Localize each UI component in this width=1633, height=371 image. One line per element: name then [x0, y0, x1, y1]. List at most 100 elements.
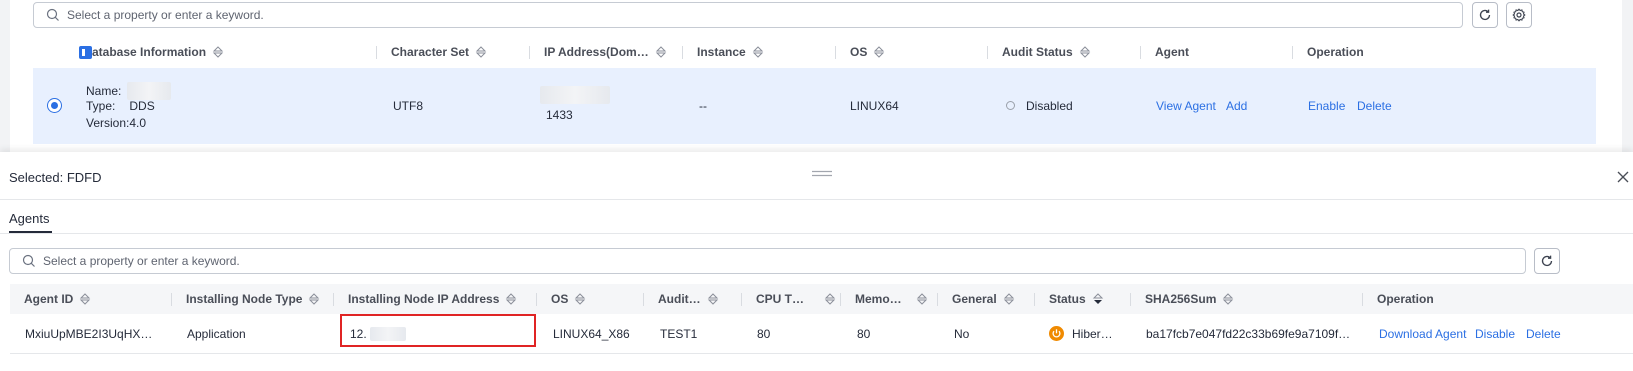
agent-os-value: LINUX64_X86	[553, 327, 630, 341]
delete-link[interactable]: Delete	[1357, 99, 1392, 113]
sort-icon[interactable]	[308, 293, 320, 305]
header-ip-label: IP Address(Dom…	[544, 45, 649, 59]
db-version: Version:4.0	[86, 116, 146, 130]
row-radio[interactable]	[47, 98, 62, 113]
header-instance-label: Instance	[697, 45, 746, 59]
drawer-tabs: Agents	[0, 200, 1633, 234]
db-type-label: Type:	[86, 99, 116, 113]
highlight-box	[340, 314, 536, 347]
table-row[interactable]: Name: Type: DDS Version:4.0 UTF8 1433 -- …	[33, 68, 1596, 144]
charset-value: UTF8	[393, 99, 423, 113]
header-general[interactable]: General	[952, 284, 1015, 314]
header-cpu-label: CPU T…	[756, 292, 804, 306]
audit-value: TEST1	[660, 327, 698, 341]
search-icon	[46, 8, 60, 22]
header-agent-label: Agent	[1155, 45, 1189, 59]
header-db-info[interactable]: atabase Information	[79, 37, 224, 67]
db-type: Type: DDS	[86, 99, 155, 113]
sort-icon[interactable]	[1079, 46, 1091, 58]
header-operation: Operation	[1307, 37, 1364, 67]
sort-icon[interactable]	[873, 46, 885, 58]
enable-link[interactable]: Enable	[1308, 99, 1345, 113]
header-audit-status-label: Audit Status	[1002, 45, 1073, 59]
refresh-button[interactable]	[1472, 2, 1498, 28]
agent-table-header: Agent ID Installing Node Type Installing…	[10, 284, 1633, 314]
header-sha-label: SHA256Sum	[1145, 292, 1217, 306]
sort-icon[interactable]	[752, 46, 764, 58]
database-search-input[interactable]: Select a property or enter a keyword.	[33, 2, 1463, 28]
sort-icon[interactable]	[655, 46, 667, 58]
agent-id-value: MxiuUpMBE2I3UqHX…	[25, 327, 153, 341]
search-placeholder: Select a property or enter a keyword.	[67, 8, 264, 22]
audit-status-value: Disabled	[1026, 99, 1073, 113]
sort-icon[interactable]	[212, 46, 224, 58]
header-agent-id-label: Agent ID	[24, 292, 74, 306]
redacted-ip	[540, 86, 610, 104]
select-all-checkbox[interactable]	[79, 45, 92, 59]
drag-handle-icon[interactable]	[812, 170, 832, 178]
sort-icon[interactable]	[574, 293, 586, 305]
node-type-value: Application	[187, 327, 246, 341]
general-value: No	[954, 327, 970, 341]
table-row[interactable]: MxiuUpMBE2I3UqHX… Application 12. LINUX6…	[10, 315, 1633, 354]
search-placeholder: Select a property or enter a keyword.	[43, 254, 240, 268]
db-version-label: Version:	[86, 116, 130, 130]
header-agent-id[interactable]: Agent ID	[24, 284, 91, 314]
header-charset[interactable]: Character Set	[391, 37, 487, 67]
agent-refresh-button[interactable]	[1534, 248, 1560, 274]
header-audit-status[interactable]: Audit Status	[1002, 37, 1091, 67]
header-node-type[interactable]: Installing Node Type	[186, 284, 320, 314]
db-name-label: Name:	[86, 84, 122, 98]
agent-delete-link[interactable]: Delete	[1526, 327, 1561, 341]
header-operation-label: Operation	[1307, 45, 1364, 59]
header-agent-operation: Operation	[1377, 284, 1434, 314]
hibernate-icon	[1049, 326, 1064, 341]
active-tab-indicator	[9, 231, 52, 233]
download-agent-link[interactable]: Download Agent	[1379, 327, 1466, 341]
header-node-ip[interactable]: Installing Node IP Address	[348, 284, 517, 314]
search-icon	[22, 254, 36, 268]
tab-agents[interactable]: Agents	[9, 211, 49, 226]
sort-icon[interactable]	[79, 293, 91, 305]
os-value: LINUX64	[850, 99, 899, 113]
sha-value: ba17fcb7e047fd22c33b69fe9a7109f…	[1146, 327, 1351, 341]
refresh-icon	[1478, 8, 1492, 22]
header-instance[interactable]: Instance	[697, 37, 764, 67]
header-os[interactable]: OS	[850, 37, 885, 67]
sort-desc-icon[interactable]	[1092, 293, 1104, 305]
gear-icon	[1512, 8, 1526, 22]
header-agent-os[interactable]: OS	[551, 284, 586, 314]
sort-icon[interactable]	[824, 293, 836, 305]
refresh-icon	[1540, 254, 1554, 268]
db-version-value: 4.0	[129, 116, 147, 130]
disable-link[interactable]: Disable	[1475, 327, 1515, 341]
header-db-info-label: atabase Information	[92, 45, 207, 59]
header-sha[interactable]: SHA256Sum	[1145, 284, 1234, 314]
agents-drawer: Selected: FDFD Agents Select a property …	[0, 152, 1633, 371]
header-ip[interactable]: IP Address(Dom…	[544, 37, 667, 67]
header-audit[interactable]: Audit…	[658, 284, 719, 314]
drawer-header: Selected: FDFD	[0, 152, 1633, 200]
header-memory-label: Memo…	[855, 292, 902, 306]
sort-icon[interactable]	[1222, 293, 1234, 305]
header-node-ip-label: Installing Node IP Address	[348, 292, 500, 306]
sort-icon[interactable]	[475, 46, 487, 58]
header-status-label: Status	[1049, 292, 1086, 306]
header-cpu[interactable]: CPU T…	[756, 284, 836, 314]
port-value: 1433	[546, 108, 573, 122]
sort-icon[interactable]	[707, 293, 719, 305]
sort-icon[interactable]	[1003, 293, 1015, 305]
header-memory[interactable]: Memo…	[855, 284, 928, 314]
add-agent-link[interactable]: Add	[1226, 99, 1247, 113]
sort-icon[interactable]	[505, 293, 517, 305]
cpu-value: 80	[757, 327, 771, 341]
header-os-label: OS	[850, 45, 868, 59]
selected-label: Selected: FDFD	[9, 170, 102, 185]
close-icon[interactable]	[1616, 170, 1630, 184]
view-agent-link[interactable]: View Agent	[1156, 99, 1216, 113]
header-agent: Agent	[1155, 37, 1189, 67]
settings-button[interactable]	[1506, 2, 1532, 28]
agent-search-input[interactable]: Select a property or enter a keyword.	[9, 248, 1526, 274]
sort-icon[interactable]	[916, 293, 928, 305]
header-status[interactable]: Status	[1049, 284, 1104, 314]
